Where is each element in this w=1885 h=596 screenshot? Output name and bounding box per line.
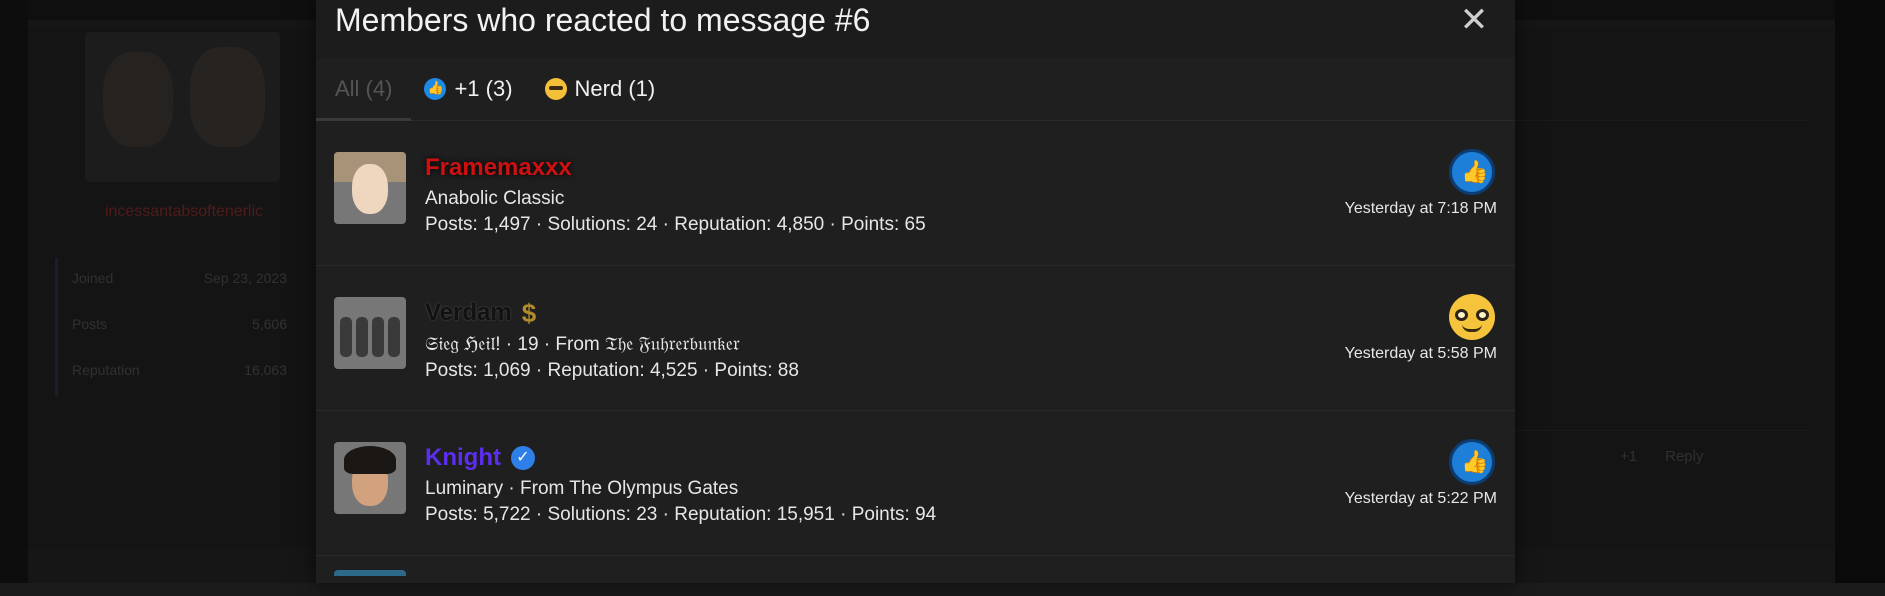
list-item: Knight ✓ Luminary · From The Olympus Gat… (316, 411, 1515, 556)
user-stats: Posts: 1,497 · Solutions: 24 · Reputatio… (425, 214, 926, 235)
avatar[interactable] (334, 442, 406, 514)
thumbs-up-icon (1449, 149, 1495, 195)
tab-all[interactable]: All (4) (315, 58, 413, 121)
reaction-time[interactable]: Yesterday at 5:22 PM (1345, 490, 1497, 508)
tab-all-label: All (4) (335, 76, 393, 101)
list-item (316, 556, 1515, 596)
user-title: 𝔖𝔦𝔢𝔤 ℌ𝔢𝔦𝔩! · 19 · From 𝔗𝔥𝔢 𝔉𝔲𝔥𝔯𝔢𝔯𝔟𝔲𝔫𝔨𝔢𝔯 (425, 334, 740, 355)
nerd-face-icon (1449, 294, 1495, 340)
close-icon[interactable]: ✕ (1457, 3, 1491, 37)
avatar[interactable] (334, 570, 406, 576)
username-link[interactable]: Framemaxxx (425, 150, 926, 186)
user-title: Anabolic Classic (425, 188, 565, 209)
tab-nerd-label: Nerd (1) (574, 76, 656, 101)
avatar[interactable] (334, 152, 406, 224)
user-stats: Posts: 5,722 · Solutions: 23 · Reputatio… (425, 504, 937, 525)
reactions-modal: Members who reacted to message #6 ✕ All … (315, 0, 1515, 583)
reaction-time[interactable]: Yesterday at 5:58 PM (1345, 345, 1497, 363)
reaction-tabs: All (4) +1 (3) Nerd (1) (315, 58, 1515, 121)
verified-check-icon: ✓ (510, 446, 535, 470)
thumbs-up-icon (424, 78, 447, 100)
list-item: Verdam $ 𝔖𝔦𝔢𝔤 ℌ𝔢𝔦𝔩! · 19 · From 𝔗𝔥𝔢 𝔉𝔲𝔥𝔯… (316, 266, 1515, 411)
reactions-list: Framemaxxx Anabolic Classic Posts: 1,497… (316, 121, 1515, 596)
user-title: Luminary · From The Olympus Gates (425, 478, 739, 499)
tab-nerd[interactable]: Nerd (1) (544, 58, 656, 120)
tab-like[interactable]: +1 (3) (424, 58, 513, 120)
reaction-time[interactable]: Yesterday at 7:18 PM (1345, 200, 1497, 218)
thumbs-up-icon (1449, 439, 1495, 485)
modal-title: Members who reacted to message #6 (335, 2, 871, 38)
nerd-face-icon (544, 78, 567, 100)
tab-like-label: +1 (3) (454, 76, 513, 101)
avatar[interactable] (334, 297, 406, 369)
username-link[interactable]: Verdam $ (425, 295, 799, 331)
username-link[interactable]: Knight ✓ (425, 440, 936, 476)
dollar-sign-icon: $ (521, 298, 537, 328)
user-stats: Posts: 1,069 · Reputation: 4,525 · Point… (425, 360, 799, 381)
modal-header: Members who reacted to message #6 ✕ (316, 0, 1515, 58)
list-item: Framemaxxx Anabolic Classic Posts: 1,497… (316, 121, 1515, 266)
